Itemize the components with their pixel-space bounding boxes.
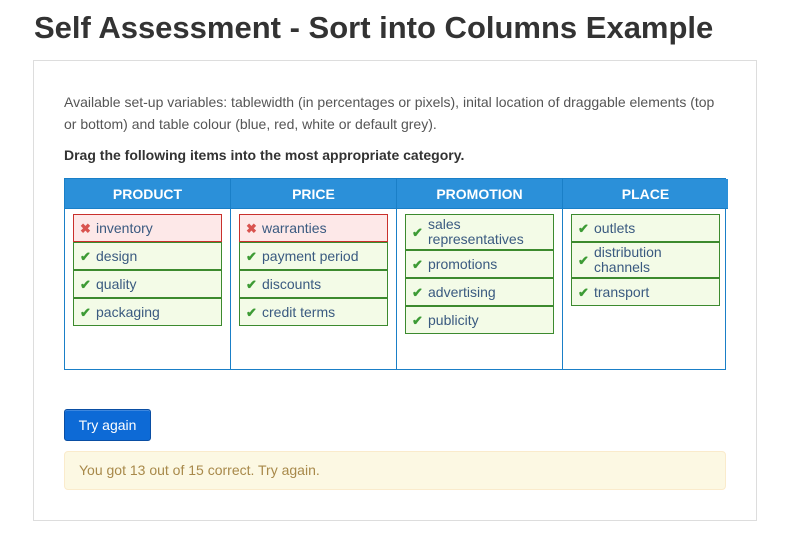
item-label: advertising — [428, 283, 496, 300]
check-icon: ✔ — [412, 284, 423, 300]
check-icon: ✔ — [578, 220, 589, 236]
column-header: PROMOTION — [397, 179, 562, 209]
instruction-text: Drag the following items into the most a… — [64, 147, 465, 163]
sort-table: PRODUCT ✖ inventory ✔ design ✔ quality ✔… — [64, 178, 728, 370]
item-label: sales representatives — [428, 216, 524, 247]
intro-text: Available set-up variables: tablewidth (… — [64, 94, 715, 132]
column-header: PRICE — [231, 179, 396, 209]
draggable-item[interactable]: ✔ discounts — [239, 270, 388, 298]
item-label: outlets — [594, 219, 636, 236]
column-price: PRICE ✖ warranties ✔ payment period ✔ di… — [231, 179, 397, 369]
item-label: distribution channels — [594, 244, 662, 275]
check-icon: ✔ — [578, 252, 589, 268]
draggable-item[interactable]: ✔ outlets — [571, 214, 720, 242]
item-label: promotions — [428, 255, 498, 272]
column-promotion: PROMOTION ✔ sales representatives ✔ prom… — [397, 179, 563, 369]
item-label: discounts — [262, 275, 322, 292]
column-header: PLACE — [563, 179, 728, 209]
assessment-panel: Available set-up variables: tablewidth (… — [33, 60, 757, 521]
draggable-item[interactable]: ✖ warranties — [239, 214, 388, 242]
draggable-item[interactable]: ✔ credit terms — [239, 298, 388, 326]
column-dropzone[interactable]: ✖ warranties ✔ payment period ✔ discount… — [231, 209, 396, 331]
item-label: transport — [594, 283, 650, 300]
column-place: PLACE ✔ outlets ✔ distribution channels … — [563, 179, 728, 369]
draggable-item[interactable]: ✔ design — [73, 242, 222, 270]
check-icon: ✔ — [80, 276, 91, 292]
column-header: PRODUCT — [65, 179, 230, 209]
check-icon: ✔ — [246, 304, 257, 320]
check-icon: ✔ — [246, 276, 257, 292]
draggable-item[interactable]: ✔ sales representatives — [405, 214, 554, 250]
item-label: inventory — [96, 219, 153, 236]
item-label: packaging — [96, 303, 160, 320]
cross-icon: ✖ — [246, 220, 257, 236]
item-label: publicity — [428, 311, 479, 328]
page-title: Self Assessment - Sort into Columns Exam… — [34, 10, 714, 45]
column-dropzone[interactable]: ✖ inventory ✔ design ✔ quality ✔ packagi… — [65, 209, 230, 331]
result-alert: You got 13 out of 15 correct. Try again. — [64, 451, 726, 490]
draggable-item[interactable]: ✔ publicity — [405, 306, 554, 334]
draggable-item[interactable]: ✔ advertising — [405, 278, 554, 306]
draggable-item[interactable]: ✔ transport — [571, 278, 720, 306]
draggable-item[interactable]: ✖ inventory — [73, 214, 222, 242]
draggable-item[interactable]: ✔ packaging — [73, 298, 222, 326]
draggable-item[interactable]: ✔ promotions — [405, 250, 554, 278]
item-label: design — [96, 247, 138, 264]
item-label: quality — [96, 275, 137, 292]
item-label: payment period — [262, 247, 359, 264]
try-again-button[interactable]: Try again — [64, 409, 151, 441]
item-label: credit terms — [262, 303, 336, 320]
check-icon: ✔ — [412, 312, 423, 328]
check-icon: ✔ — [80, 304, 91, 320]
check-icon: ✔ — [246, 248, 257, 264]
column-dropzone[interactable]: ✔ sales representatives ✔ promotions ✔ a… — [397, 209, 562, 339]
column-dropzone[interactable]: ✔ outlets ✔ distribution channels ✔ tran… — [563, 209, 728, 311]
check-icon: ✔ — [80, 248, 91, 264]
draggable-item[interactable]: ✔ distribution channels — [571, 242, 720, 278]
item-label: warranties — [262, 219, 327, 236]
check-icon: ✔ — [412, 256, 423, 272]
cross-icon: ✖ — [80, 220, 91, 236]
check-icon: ✔ — [578, 284, 589, 300]
draggable-item[interactable]: ✔ payment period — [239, 242, 388, 270]
check-icon: ✔ — [412, 224, 423, 240]
draggable-item[interactable]: ✔ quality — [73, 270, 222, 298]
column-product: PRODUCT ✖ inventory ✔ design ✔ quality ✔… — [65, 179, 231, 369]
